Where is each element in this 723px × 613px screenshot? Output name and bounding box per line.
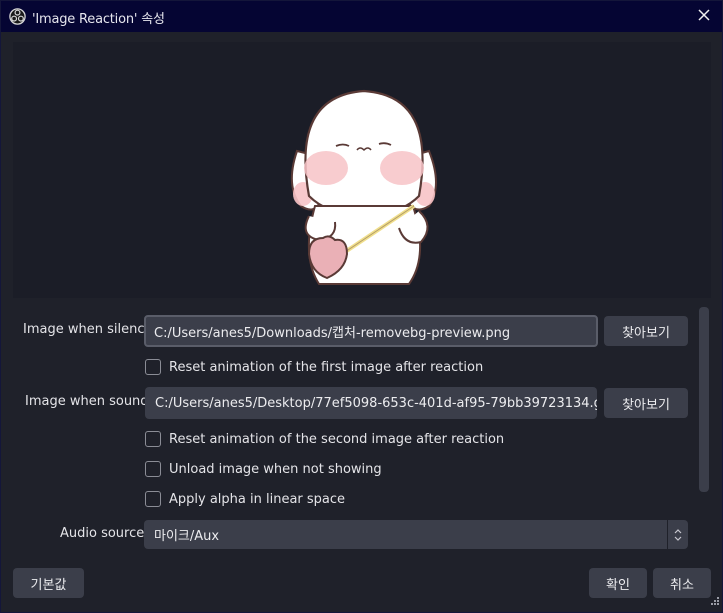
audio-source-select[interactable]: 마이크/Aux — [144, 520, 688, 549]
properties-scrollbar[interactable] — [699, 307, 709, 492]
alpha-linear-label: Apply alpha in linear space — [169, 491, 346, 507]
cancel-button[interactable]: 취소 — [653, 568, 711, 598]
obs-logo-icon — [9, 8, 26, 25]
image-preview — [13, 42, 711, 298]
window-title: 'Image Reaction' 속성 — [32, 12, 165, 27]
title-bar[interactable]: 'Image Reaction' 속성 — [1, 1, 722, 32]
reset-first-option[interactable]: Reset animation of the first image after… — [145, 359, 483, 375]
audio-source-label: Audio source — [60, 526, 145, 541]
close-button[interactable] — [692, 5, 716, 29]
updown-chevron-icon[interactable] — [667, 520, 688, 549]
image-sound-path-input[interactable]: C:/Users/anes5/Desktop/77ef5098-653c-401… — [145, 387, 597, 419]
audio-source-value: 마이크/Aux — [154, 529, 220, 544]
image-silence-label: Image when silence — [23, 322, 153, 337]
ok-button[interactable]: 확인 — [589, 568, 647, 598]
reset-second-label: Reset animation of the second image afte… — [169, 431, 505, 447]
reset-first-checkbox[interactable] — [145, 359, 161, 375]
resize-grip-icon[interactable] — [711, 595, 720, 610]
image-silence-path-input[interactable]: C:/Users/anes5/Downloads/캡처-removebg-pre… — [144, 315, 598, 347]
reset-second-checkbox[interactable] — [145, 431, 161, 447]
unload-option[interactable]: Unload image when not showing — [145, 461, 382, 477]
browse-sound-button[interactable]: 찾아보기 — [604, 388, 688, 418]
defaults-button[interactable]: 기본값 — [13, 568, 84, 598]
reset-second-option[interactable]: Reset animation of the second image afte… — [145, 431, 504, 447]
properties-dialog: 'Image Reaction' 속성 Image when silence C… — [0, 0, 723, 613]
close-icon — [698, 9, 710, 25]
alpha-linear-option[interactable]: Apply alpha in linear space — [145, 491, 345, 507]
unload-label: Unload image when not showing — [169, 461, 382, 477]
bunny-mascot-image — [290, 89, 437, 285]
image-sound-label: Image when sound — [25, 394, 149, 409]
unload-checkbox[interactable] — [145, 461, 161, 477]
reset-first-label: Reset animation of the first image after… — [169, 359, 484, 375]
browse-silence-button[interactable]: 찾아보기 — [604, 316, 688, 346]
alpha-linear-checkbox[interactable] — [145, 491, 161, 507]
